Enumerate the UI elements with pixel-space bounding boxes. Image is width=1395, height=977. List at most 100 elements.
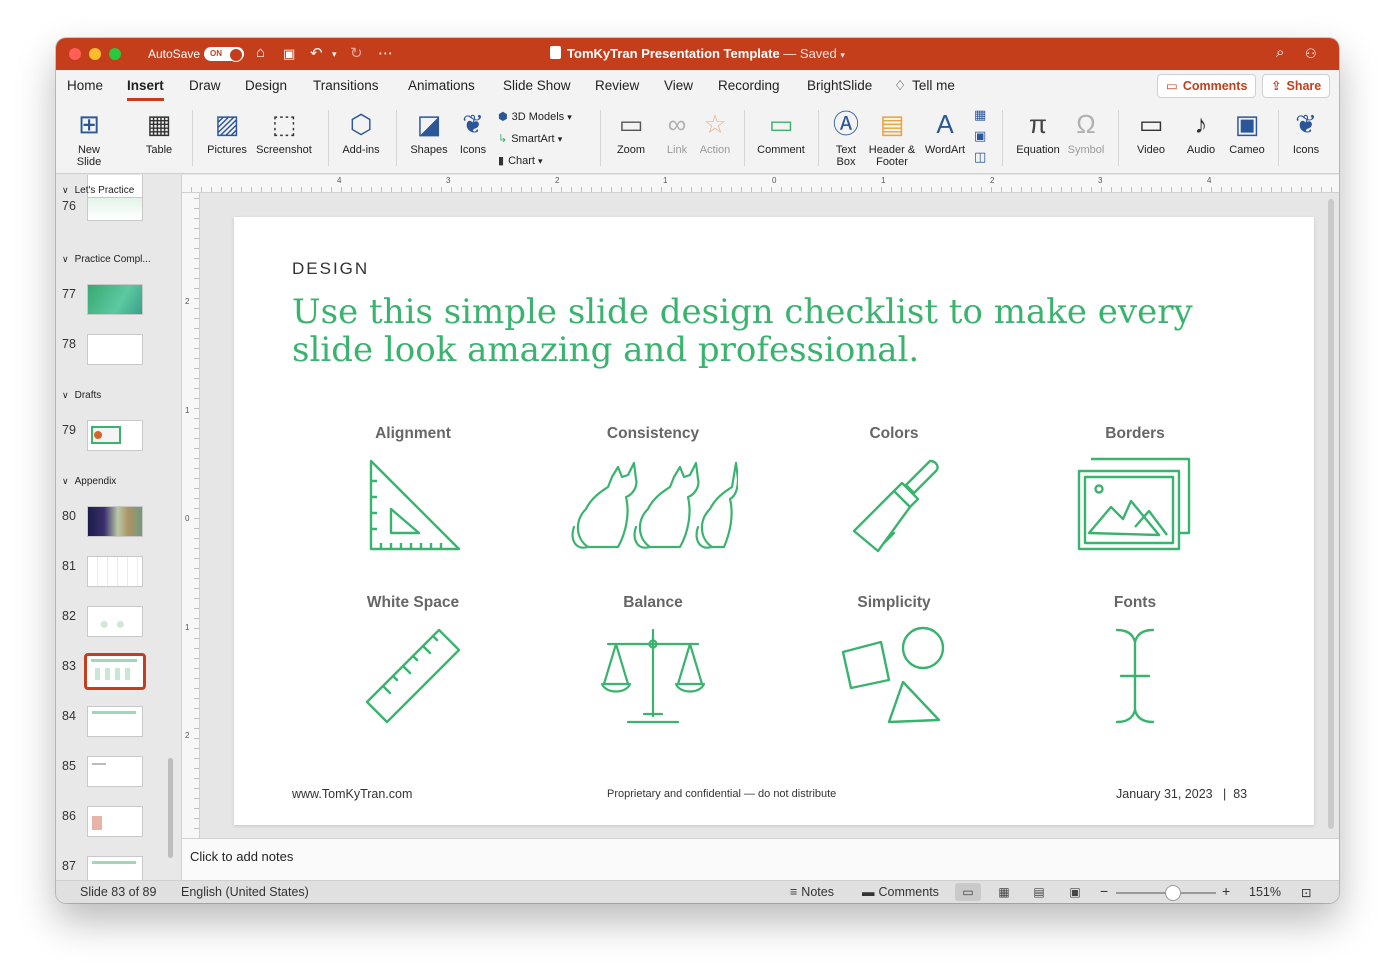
search-icon[interactable]: ⌕: [1276, 44, 1284, 61]
slide-show-view-button[interactable]: ▣: [1062, 883, 1088, 901]
zoom-slides-icon: ▭: [618, 109, 644, 139]
slide-number-icon[interactable]: ▣: [974, 128, 986, 144]
checklist-item-balance[interactable]: Balance: [558, 594, 748, 726]
section-lets-practice[interactable]: ∨ Let's Practice: [62, 185, 134, 196]
slide-footer-confidential[interactable]: Proprietary and confidential — do not di…: [607, 788, 836, 800]
horizontal-ruler: 4 3 2 1 0 1 2 3 4: [182, 175, 1339, 193]
checklist-item-consistency[interactable]: Consistency: [558, 425, 748, 553]
3d-models-button[interactable]: ⬢ 3D Models ▾: [498, 110, 572, 123]
comments-toggle-button[interactable]: ▬ Comments: [862, 885, 939, 899]
tab-animations[interactable]: Animations: [408, 78, 475, 93]
section-appendix[interactable]: ∨ Appendix: [62, 476, 116, 487]
section-practice-complete[interactable]: ∨ Practice Compl...: [62, 254, 151, 265]
checklist-item-colors[interactable]: Colors: [799, 425, 989, 553]
addins-button[interactable]: ⬡ Add-ins: [336, 106, 386, 156]
slide-number: 84: [62, 709, 76, 723]
smartart-button[interactable]: ↳ SmartArt ▾: [498, 132, 562, 145]
thumbnail-scrollbar[interactable]: [168, 758, 173, 858]
pictures-button[interactable]: ▨ Pictures: [202, 106, 252, 156]
wordart-button[interactable]: A WordArt: [922, 106, 968, 156]
slide-thumbnail-80[interactable]: [87, 506, 143, 537]
slide-thumbnail-79[interactable]: [87, 420, 143, 451]
chevron-down-icon: ∨: [62, 185, 69, 195]
checklist-item-borders[interactable]: Borders: [1040, 425, 1230, 553]
slide-thumbnail-86[interactable]: [87, 806, 143, 837]
slide-kicker-heading[interactable]: DESIGN: [292, 259, 369, 279]
header-footer-button[interactable]: ▤ Header & Footer: [866, 106, 918, 168]
tab-transitions[interactable]: Transitions: [313, 78, 379, 93]
document-title[interactable]: TomKyTran Presentation Template — Saved …: [56, 46, 1339, 61]
slide-editor[interactable]: DESIGN Use this simple slide design chec…: [201, 193, 1339, 838]
tab-design[interactable]: Design: [245, 78, 287, 93]
comment-button[interactable]: ▭ Comment: [754, 106, 808, 156]
link-icon: ∞: [667, 109, 687, 139]
tab-slide-show[interactable]: Slide Show: [503, 78, 571, 93]
link-button[interactable]: ∞ Link: [660, 106, 694, 156]
account-icon[interactable]: ⚇: [1305, 46, 1317, 62]
section-drafts[interactable]: ∨ Drafts: [62, 390, 101, 401]
slide-thumbnail-76[interactable]: [87, 197, 143, 221]
screenshot-button[interactable]: ⬚ Screenshot: [254, 106, 314, 156]
cameo-button[interactable]: ▣ Cameo: [1224, 106, 1270, 156]
audio-label: Audio: [1186, 144, 1216, 156]
slide-thumbnail-78[interactable]: [87, 334, 143, 365]
tell-me-search[interactable]: ♢ Tell me: [894, 78, 955, 94]
slide-thumbnail-84[interactable]: [87, 706, 143, 737]
notes-placeholder[interactable]: Click to add notes: [190, 849, 293, 864]
table-button[interactable]: ▦ Table: [136, 106, 182, 156]
comments-button[interactable]: ▭ Comments: [1157, 74, 1257, 98]
slide-footer-website[interactable]: www.TomKyTran.com: [292, 787, 412, 801]
zoom-out-button[interactable]: −: [1100, 883, 1108, 899]
checklist-item-white-space[interactable]: White Space: [318, 594, 508, 726]
audio-button[interactable]: ♪ Audio: [1180, 106, 1222, 156]
tab-recording[interactable]: Recording: [718, 78, 780, 93]
zoom-in-button[interactable]: +: [1222, 883, 1230, 899]
tab-draw[interactable]: Draw: [189, 78, 221, 93]
tab-review[interactable]: Review: [595, 78, 639, 93]
current-slide[interactable]: DESIGN Use this simple slide design chec…: [234, 217, 1314, 825]
checklist-item-simplicity[interactable]: Simplicity: [799, 594, 989, 726]
shapes-button[interactable]: ◪ Shapes: [406, 106, 452, 156]
share-button[interactable]: ⇪ Share: [1262, 74, 1331, 98]
zoom-slider-knob[interactable]: [1165, 885, 1181, 901]
checklist-item-fonts[interactable]: Fonts: [1040, 594, 1230, 726]
slide-thumbnail-81[interactable]: [87, 556, 143, 587]
zoom-insert-button[interactable]: ▭ Zoom: [608, 106, 654, 156]
cameo-label: Cameo: [1229, 144, 1265, 156]
slide-thumbnail-87[interactable]: [87, 856, 143, 880]
chevron-down-icon: ▾: [557, 134, 563, 144]
slide-thumbnail-85[interactable]: [87, 756, 143, 787]
textbox-button[interactable]: Ⓐ Text Box: [828, 106, 864, 168]
date-time-icon[interactable]: ▦: [974, 107, 986, 123]
tab-insert[interactable]: Insert: [127, 78, 164, 101]
editor-scrollbar[interactable]: [1328, 199, 1334, 829]
tab-home[interactable]: Home: [67, 78, 103, 93]
notes-pane[interactable]: Click to add notes: [182, 838, 1339, 880]
object-icon[interactable]: ◫: [974, 149, 986, 165]
slide-title[interactable]: Use this simple slide design checklist t…: [292, 293, 1232, 369]
slide-thumbnail-83-selected[interactable]: [84, 653, 146, 690]
video-button[interactable]: ▭ Video: [1128, 106, 1174, 156]
equation-button[interactable]: π Equation: [1012, 106, 1064, 156]
tab-view[interactable]: View: [664, 78, 693, 93]
slide-thumbnail-77[interactable]: [87, 284, 143, 315]
checklist-item-alignment[interactable]: Alignment: [318, 425, 508, 553]
tab-brightslide[interactable]: BrightSlide: [807, 78, 872, 93]
slide-thumbnail-82[interactable]: [87, 606, 143, 637]
slide-footer-date-page[interactable]: January 31, 2023 | 83: [1116, 787, 1247, 801]
slide-sorter-view-button[interactable]: ▦: [991, 883, 1017, 901]
language-indicator[interactable]: English (United States): [181, 885, 309, 899]
slide-thumbnail-panel[interactable]: ∨ Let's Practice 76 ∨ Practice Compl... 77…: [56, 175, 182, 880]
zoom-level[interactable]: 151%: [1249, 885, 1281, 899]
icons-button-2[interactable]: ❦ Icons: [1286, 106, 1326, 156]
screenshot-label: Screenshot: [256, 144, 312, 156]
new-slide-button[interactable]: ⊞ New Slide: [66, 106, 112, 168]
normal-view-button[interactable]: ▭: [955, 883, 981, 901]
action-button[interactable]: ☆ Action: [696, 106, 734, 156]
fit-to-window-icon[interactable]: ⊡: [1301, 885, 1311, 900]
symbol-button[interactable]: Ω Symbol: [1064, 106, 1108, 156]
icons-button[interactable]: ❦ Icons: [454, 106, 492, 156]
reading-view-button[interactable]: ▤: [1026, 883, 1052, 901]
chart-button[interactable]: ▮ Chart ▾: [498, 154, 543, 167]
notes-toggle-button[interactable]: ≡ Notes: [790, 885, 834, 899]
